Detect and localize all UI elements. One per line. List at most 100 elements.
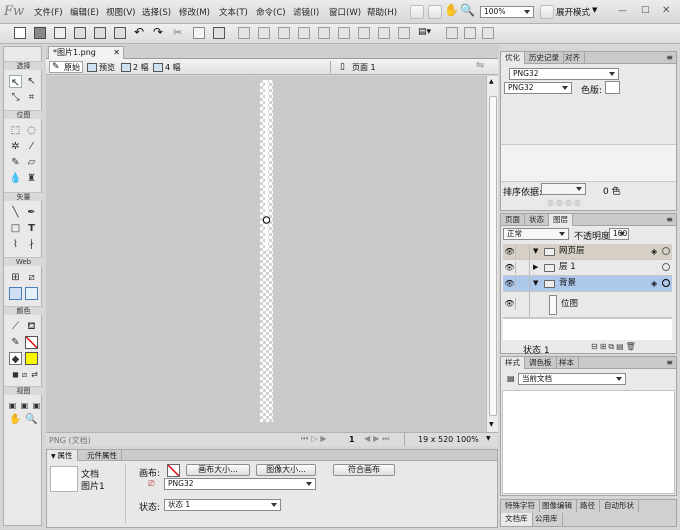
- menu-filters[interactable]: 滤镜(I): [293, 6, 319, 18]
- expand-icon[interactable]: ▼: [533, 244, 538, 259]
- align-dropdown-icon[interactable]: ▤▾: [418, 27, 436, 39]
- subselect-tool-icon[interactable]: ↖: [25, 75, 38, 88]
- layer-row-web[interactable]: 👁 ▼ 网页层 ◈: [503, 244, 672, 260]
- document-tab[interactable]: *图片1.png ✕: [48, 46, 124, 59]
- menu-text[interactable]: 文本(T): [219, 6, 248, 18]
- optimize-preset-select[interactable]: PNG32: [509, 68, 619, 80]
- layout-icon[interactable]: [428, 5, 442, 19]
- eye-icon[interactable]: 👁: [504, 246, 516, 258]
- tab-symbol-properties[interactable]: 元件属性: [83, 450, 122, 461]
- page-nav-icon[interactable]: ⇋: [476, 60, 484, 71]
- close-tab-icon[interactable]: ✕: [113, 47, 120, 59]
- knife-tool-icon[interactable]: ∤: [25, 238, 38, 251]
- workspace-switcher[interactable]: 展开模式: [556, 6, 590, 18]
- print-icon[interactable]: [114, 27, 126, 39]
- hotspot-tool-icon[interactable]: ⊞: [9, 271, 22, 284]
- frame-controls-icon[interactable]: ⏮▷▶: [301, 434, 330, 444]
- menu-view[interactable]: 视图(V): [106, 6, 135, 18]
- paste-icon[interactable]: [213, 27, 225, 39]
- cut-icon[interactable]: ✂: [173, 27, 185, 39]
- eye-icon[interactable]: 👁: [504, 262, 516, 274]
- two-up-view-button[interactable]: 2 幅: [118, 61, 152, 73]
- zoom-icon[interactable]: 🔍: [460, 3, 475, 17]
- screen-mode-icon[interactable]: [540, 5, 554, 19]
- scale-tool-icon[interactable]: ⤡: [9, 91, 22, 104]
- bring-front-icon[interactable]: [398, 27, 410, 39]
- magic-wand-tool-icon[interactable]: ✲: [9, 140, 22, 153]
- brush-tool-icon[interactable]: ⁄: [25, 140, 38, 153]
- state-select[interactable]: 状态 1: [164, 499, 281, 511]
- crop-tool-icon[interactable]: ⌗: [25, 91, 38, 104]
- grid-icon[interactable]: [410, 5, 424, 19]
- image-size-button[interactable]: 图像大小...: [256, 464, 316, 476]
- swap-colors-icon[interactable]: ⇄: [28, 368, 41, 381]
- lock-cell[interactable]: [520, 260, 530, 275]
- minimize-icon[interactable]: —: [618, 6, 627, 16]
- tab-path[interactable]: 路径: [576, 500, 600, 512]
- hide-slices-icon[interactable]: [9, 287, 22, 300]
- tab-styles[interactable]: 样式: [501, 357, 525, 369]
- menu-file[interactable]: 文件(F): [34, 6, 63, 18]
- menu-commands[interactable]: 命令(C): [256, 6, 286, 18]
- open-icon[interactable]: [54, 27, 66, 39]
- visibility-icon[interactable]: ◈: [651, 276, 657, 291]
- rotate-left-icon[interactable]: [446, 27, 458, 39]
- tab-auto-shapes[interactable]: 自动形状: [600, 500, 639, 512]
- rotate-right-icon[interactable]: [464, 27, 476, 39]
- target-icon[interactable]: [662, 247, 670, 255]
- scroll-down-icon[interactable]: ▼: [489, 421, 494, 428]
- panel-menu-icon[interactable]: ≡: [666, 358, 673, 367]
- split-icon[interactable]: [298, 27, 310, 39]
- group-icon[interactable]: [238, 27, 250, 39]
- new-icon[interactable]: [14, 27, 26, 39]
- import-icon[interactable]: [74, 27, 86, 39]
- text-tool-icon[interactable]: T: [25, 222, 38, 235]
- target-icon[interactable]: [662, 279, 670, 287]
- scroll-up-icon[interactable]: ▲: [489, 78, 494, 85]
- pen-tool-icon[interactable]: ✒: [25, 206, 38, 219]
- freeform-tool-icon[interactable]: ⌇: [9, 238, 22, 251]
- tab-align[interactable]: 对齐: [561, 52, 585, 64]
- crop-icon[interactable]: [378, 27, 390, 39]
- close-icon[interactable]: ✕: [662, 5, 670, 16]
- color-table-buttons-icon[interactable]: ◎◎◎◎: [547, 198, 583, 207]
- page-select[interactable]: 页面 1: [352, 62, 376, 73]
- menu-edit[interactable]: 编辑(E): [70, 6, 99, 18]
- target-icon[interactable]: [662, 263, 670, 271]
- matte-swatch[interactable]: [605, 81, 620, 94]
- layer-row-background[interactable]: 👁 ▼ 背景 ◈: [503, 276, 672, 292]
- union-icon[interactable]: [318, 27, 330, 39]
- menu-window[interactable]: 窗口(W): [329, 6, 361, 18]
- tab-pages[interactable]: 页面: [501, 214, 525, 226]
- eye-icon[interactable]: 👁: [504, 278, 516, 290]
- fit-canvas-button[interactable]: 符合画布: [333, 464, 395, 476]
- tab-document-library[interactable]: 文档库: [501, 513, 533, 526]
- expand-icon[interactable]: ▶: [533, 260, 538, 275]
- pencil-tool-icon[interactable]: ✎: [9, 156, 22, 169]
- canvas-color-swatch[interactable]: [167, 464, 180, 477]
- blend-mode-select[interactable]: 正常: [503, 228, 569, 240]
- eraser-tool-icon[interactable]: ▱: [25, 156, 38, 169]
- zoom-select[interactable]: 100%: [480, 6, 534, 18]
- panel-menu-icon[interactable]: ≡: [666, 215, 673, 224]
- tab-image-editing[interactable]: 图像编辑: [538, 500, 577, 512]
- eye-icon[interactable]: 👁: [504, 298, 516, 310]
- tab-special-characters[interactable]: 特殊字符: [501, 500, 540, 512]
- undo-icon[interactable]: ↶: [134, 26, 146, 39]
- fill-color-swatch[interactable]: [25, 352, 38, 365]
- hand-icon[interactable]: ✋: [444, 3, 459, 17]
- zoom-tool-icon[interactable]: 🔍: [25, 413, 38, 426]
- canvas-size-button[interactable]: 画布大小...: [186, 464, 250, 476]
- export-icon[interactable]: [94, 27, 106, 39]
- menu-select[interactable]: 选择(S): [142, 6, 171, 18]
- optimize-format-select[interactable]: PNG32: [504, 82, 572, 94]
- preview-view-button[interactable]: 预览: [84, 61, 118, 73]
- punch-icon[interactable]: [358, 27, 370, 39]
- eyedropper-tool-icon[interactable]: ⟋: [9, 320, 22, 333]
- styles-source-select[interactable]: 当前文档: [518, 373, 626, 385]
- panel-menu-icon[interactable]: ≡: [666, 53, 673, 62]
- stroke-color-swatch[interactable]: [25, 336, 38, 349]
- pointer-tool-icon[interactable]: ↖: [9, 75, 22, 89]
- tab-swatches[interactable]: 调色板: [525, 357, 557, 369]
- menu-modify[interactable]: 修改(M): [179, 6, 210, 18]
